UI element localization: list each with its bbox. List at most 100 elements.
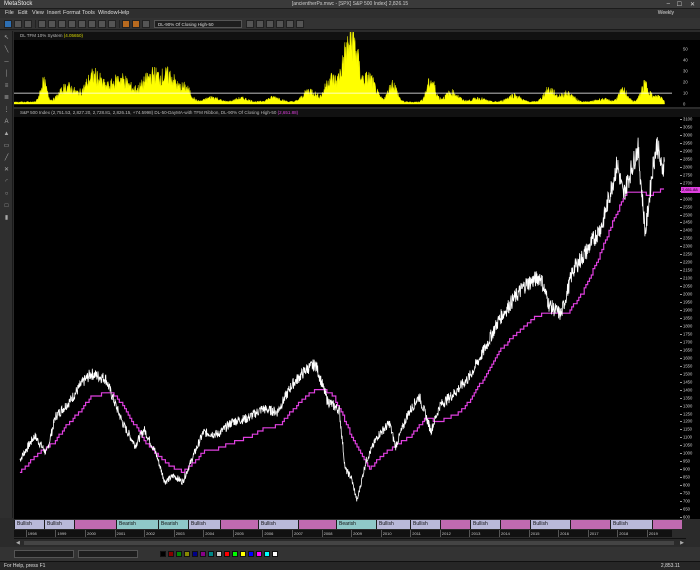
indicator-scale[interactable]: 50 40 30 20 10 0: [680, 40, 700, 107]
scroll-right-icon[interactable]: ▶: [680, 540, 684, 546]
rectangle-icon[interactable]: □: [3, 203, 10, 210]
line-studies-icon[interactable]: [256, 20, 264, 28]
sentiment-segment-bullish: Bullish: [610, 520, 652, 529]
color-swatch-yellow[interactable]: [240, 551, 246, 557]
status-help-text: For Help, press F1: [4, 563, 46, 569]
year-tick-label: 2007: [292, 530, 303, 537]
trendline-tool-icon[interactable]: ╲: [3, 47, 10, 54]
year-tick-label: 2017: [587, 530, 599, 537]
menu-window[interactable]: Window: [98, 10, 118, 16]
ellipse-icon[interactable]: ○: [3, 191, 10, 198]
color-swatch-olive[interactable]: [184, 551, 190, 557]
price-scale-label: 600: [683, 514, 690, 520]
color-swatch-black[interactable]: [160, 551, 166, 557]
horizontal-line-icon[interactable]: ─: [3, 59, 10, 66]
color-swatch-white[interactable]: [272, 551, 278, 557]
trendline-icon[interactable]: [266, 20, 274, 28]
color-swatch-navy[interactable]: [192, 551, 198, 557]
close-button[interactable]: ✕: [690, 1, 695, 8]
eraser-icon[interactable]: ▭: [3, 143, 10, 150]
year-tick-label: 2006: [262, 530, 274, 537]
menu-edit[interactable]: Edit: [18, 10, 27, 16]
line-width-combo[interactable]: [78, 550, 138, 558]
gann-icon[interactable]: ✕: [3, 167, 10, 174]
price-scale[interactable]: 3100305030002950290028502800275027002650…: [680, 117, 700, 520]
open-icon[interactable]: [14, 20, 22, 28]
indicator-scale-label: 20: [683, 79, 688, 85]
zoom-icon[interactable]: [88, 20, 96, 28]
price-scale-label: 1550: [683, 363, 693, 369]
indicator-scale-label: 50: [683, 46, 688, 52]
menu-help[interactable]: Help: [118, 10, 129, 16]
cycle-icon[interactable]: ⋮: [3, 107, 10, 114]
price-scale-label: 1850: [683, 315, 693, 321]
sentiment-ribbon: Bullish Bullish Bearish Bearish Bullish Bulli…: [14, 520, 682, 529]
paste-icon[interactable]: [68, 20, 76, 28]
print-icon[interactable]: [38, 20, 46, 28]
price-scale-label: 900: [683, 466, 690, 472]
periodicity-selector[interactable]: Weekly: [658, 10, 674, 16]
color-swatch-purple[interactable]: [200, 551, 206, 557]
save-icon[interactable]: [24, 20, 32, 28]
color-swatch-teal[interactable]: [208, 551, 214, 557]
cut-icon[interactable]: [48, 20, 56, 28]
price-scale-label: 1500: [683, 371, 693, 377]
sentiment-segment-bullish: Bullish: [530, 520, 570, 529]
price-scale-label: 1750: [683, 331, 693, 337]
overlay-last-value-tag: 2,651.88: [681, 187, 700, 194]
status-bar: For Help, press F1 2,853.11: [0, 561, 700, 570]
color-swatch-red[interactable]: [224, 551, 230, 557]
crosshair-icon[interactable]: [286, 20, 294, 28]
channel-icon[interactable]: ≡: [3, 83, 10, 90]
properties-icon[interactable]: [296, 20, 304, 28]
vertical-line-icon[interactable]: │: [3, 71, 10, 78]
refresh-icon[interactable]: [108, 20, 116, 28]
indicator-plot[interactable]: [14, 32, 700, 107]
left-drawing-toolbar: ↖ ╲ ─ │ ≡ ≣ ⋮ A ▲ ▭ ╱ ✕ ◜ ○ □ ▮: [0, 31, 13, 518]
price-scale-label: 2600: [683, 196, 693, 202]
menu-format[interactable]: Format: [63, 10, 80, 16]
scroll-thumb[interactable]: [24, 541, 674, 545]
year-tick-label: 2003: [173, 530, 185, 537]
bar-icon[interactable]: ▮: [3, 215, 10, 222]
price-scale-label: 750: [683, 490, 690, 496]
new-chart-icon[interactable]: [4, 20, 12, 28]
color-swatch-green[interactable]: [176, 551, 182, 557]
year-tick-label: 2011: [410, 530, 421, 537]
color-swatch-magenta[interactable]: [256, 551, 262, 557]
color-swatch-cyan[interactable]: [264, 551, 270, 557]
indicator-apply-icon[interactable]: [246, 20, 254, 28]
symbol-icon[interactable]: ▲: [3, 131, 10, 138]
price-scale-label: 2300: [683, 243, 693, 249]
scroll-left-icon[interactable]: ◀: [16, 540, 20, 546]
fibonacci-icon[interactable]: ≣: [3, 95, 10, 102]
maximize-button[interactable]: ☐: [677, 1, 682, 8]
pointer-icon[interactable]: ↖: [3, 35, 10, 42]
price-scale-label: 2800: [683, 164, 693, 170]
undo-icon[interactable]: [78, 20, 86, 28]
color-swatch-lime[interactable]: [232, 551, 238, 557]
text-tool-icon[interactable]: A: [3, 119, 10, 126]
color-swatch-silver[interactable]: [216, 551, 222, 557]
text-icon[interactable]: [276, 20, 284, 28]
arc-icon[interactable]: ◜: [3, 179, 10, 186]
indicator-combo[interactable]: DL-90% Of Closing High-50: [154, 20, 242, 28]
indicator-builder-icon[interactable]: [142, 20, 150, 28]
zoom-out-icon[interactable]: [98, 20, 106, 28]
copy-icon[interactable]: [58, 20, 66, 28]
menu-file[interactable]: File: [5, 10, 14, 16]
explorer-icon[interactable]: [122, 20, 130, 28]
horizontal-scrollbar[interactable]: ◀ ▶: [14, 538, 686, 546]
color-swatch-maroon[interactable]: [168, 551, 174, 557]
price-chart[interactable]: [14, 109, 700, 519]
title-bar: MetaStock [ancientherPs.mwc - [SPX] S&P …: [0, 0, 700, 9]
color-swatch-blue[interactable]: [248, 551, 254, 557]
speedline-icon[interactable]: ╱: [3, 155, 10, 162]
menu-insert[interactable]: Insert: [47, 10, 61, 16]
expert-icon[interactable]: [132, 20, 140, 28]
line-style-combo[interactable]: [14, 550, 74, 558]
menu-view[interactable]: View: [32, 10, 44, 16]
minimize-button[interactable]: –: [667, 1, 670, 7]
menu-tools[interactable]: Tools: [82, 10, 95, 16]
year-tick-label: 2013: [469, 530, 481, 537]
